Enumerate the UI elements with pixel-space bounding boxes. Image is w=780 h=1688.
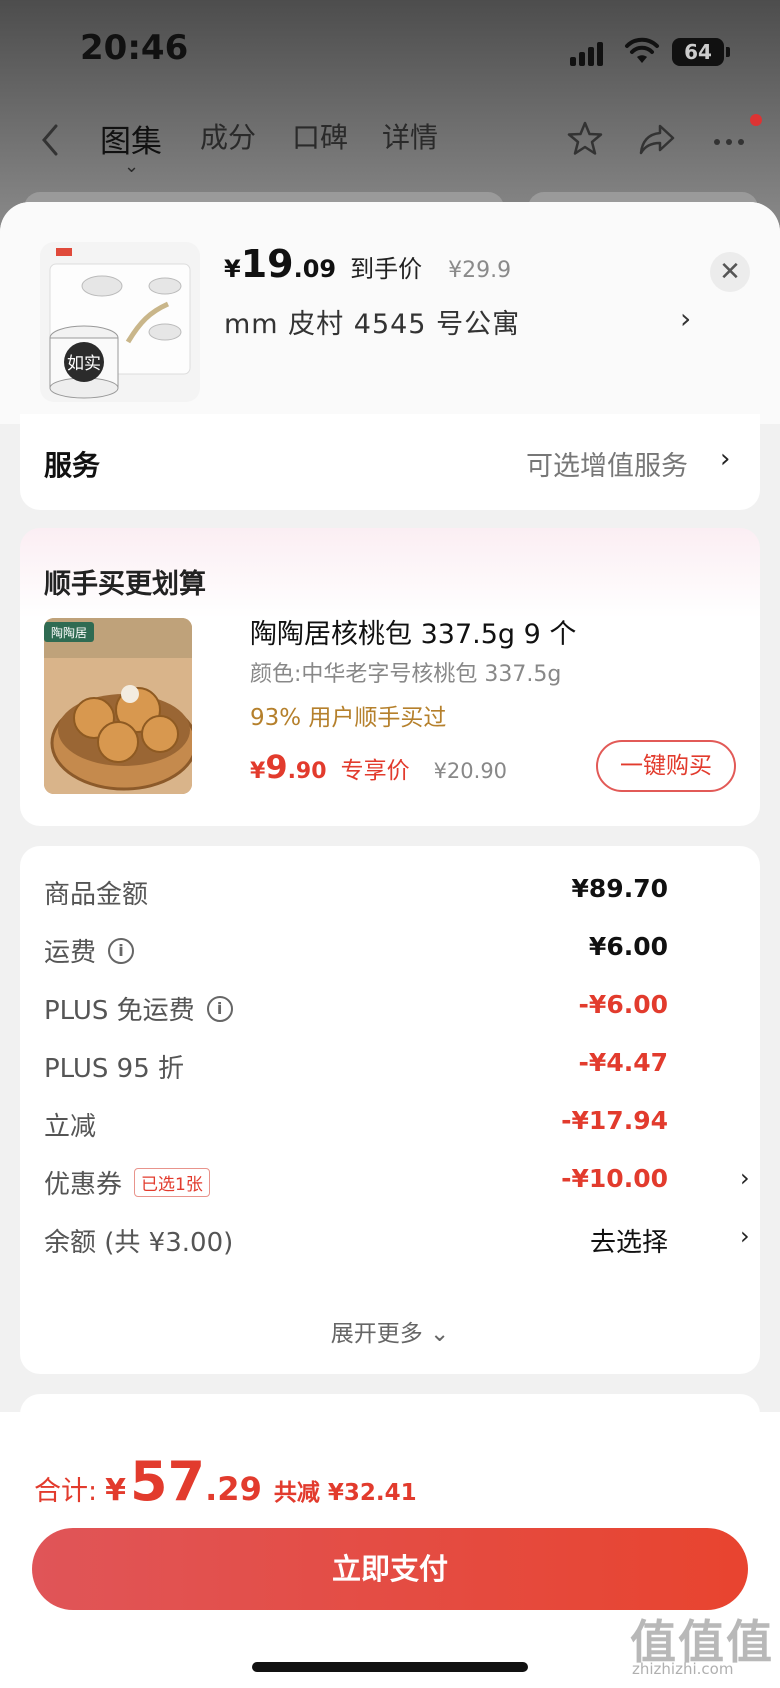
- balance-select-link[interactable]: 去选择: [590, 1222, 668, 1259]
- addon-product-spec: 颜色:中华老字号核桃包 337.5g: [250, 662, 562, 687]
- fee-label: 运费: [44, 938, 97, 968]
- tab-gallery[interactable]: 图集: [100, 116, 162, 161]
- info-icon[interactable]: i: [206, 995, 233, 1022]
- back-icon[interactable]: [36, 120, 66, 160]
- yogurt-box-image: 如实: [49, 248, 191, 399]
- chevron-right-icon: ›: [740, 1222, 750, 1250]
- price-label: 到手价: [350, 255, 423, 283]
- final-price: ¥ 19 .09 到手价 ¥29.9: [224, 242, 511, 292]
- status-time: 20:46: [80, 28, 189, 68]
- fee-amount: -¥10.00: [561, 1164, 668, 1193]
- total-label: 合计:: [34, 1476, 98, 1507]
- tab-details[interactable]: 详情: [382, 116, 438, 156]
- service-row[interactable]: 服务 可选增值服务 ›: [20, 414, 760, 510]
- tab-ingredients[interactable]: 成分: [200, 116, 256, 156]
- cellular-signal-icon: [570, 40, 604, 66]
- total-decimal: .29: [205, 1470, 262, 1508]
- addon-price-decimal: .90: [287, 759, 327, 784]
- watermark-url: zhizhizhi.com: [632, 1660, 734, 1678]
- addon-price-symbol: ¥: [250, 759, 266, 784]
- one-click-buy-button[interactable]: 一键购买: [596, 740, 736, 792]
- fee-row-balance[interactable]: 余额 (共 ¥3.00) 去选择 ›: [44, 1222, 750, 1262]
- addon-product-name[interactable]: 陶陶居核桃包 337.5g 9 个: [250, 612, 576, 651]
- fee-amount: -¥4.47: [578, 1048, 668, 1077]
- addon-product-image[interactable]: 陶陶居: [44, 618, 192, 794]
- price-integer: 19: [240, 242, 294, 286]
- notification-dot: [750, 114, 762, 126]
- addon-section-title: 顺手买更划算: [44, 569, 206, 600]
- payment-bar: 合计: ¥ 57 .29 共减 ¥32.41 立即支付 值值值 zhizhizh…: [0, 1412, 780, 1688]
- fee-amount: ¥89.70: [571, 874, 668, 903]
- order-total: 合计: ¥ 57 .29 共减 ¥32.41: [34, 1450, 417, 1513]
- wifi-icon: [625, 37, 659, 63]
- home-indicator[interactable]: [252, 1662, 528, 1672]
- fee-amount: ¥6.00: [588, 932, 668, 961]
- tab-reviews[interactable]: 口碑: [292, 116, 348, 156]
- pay-now-button[interactable]: 立即支付: [32, 1528, 748, 1610]
- total-symbol: ¥: [105, 1473, 126, 1508]
- total-savings: 共减 ¥32.41: [273, 1480, 417, 1506]
- coupon-selected-tag: 已选1张: [134, 1168, 210, 1197]
- total-integer: 57: [129, 1450, 206, 1513]
- product-nav-bar: 图集 ⌄ 成分 口碑 详情: [0, 104, 780, 177]
- fee-row-instant-discount: 立减 -¥17.94: [44, 1106, 744, 1146]
- fee-label: 余额 (共 ¥3.00): [44, 1228, 234, 1258]
- service-value: 可选增值服务: [526, 451, 688, 482]
- status-bar: 20:46 64: [0, 0, 780, 100]
- star-icon[interactable]: [564, 118, 606, 160]
- fee-amount: -¥17.94: [561, 1106, 668, 1135]
- fee-row-plus-discount: PLUS 95 折 -¥4.47: [44, 1048, 744, 1088]
- fee-label: PLUS 95 折: [44, 1054, 185, 1084]
- close-button[interactable]: ✕: [710, 252, 750, 292]
- share-icon[interactable]: [636, 118, 678, 160]
- walnut-bun-image: 陶陶居: [44, 618, 192, 794]
- expand-more-button[interactable]: 展开更多 ⌄: [20, 1314, 760, 1348]
- price-symbol: ¥: [224, 255, 241, 283]
- fee-label: 优惠券: [44, 1170, 123, 1200]
- fee-row-plus-free-shipping: PLUS 免运费 i -¥6.00: [44, 990, 744, 1030]
- original-price: ¥29.9: [448, 258, 512, 283]
- addon-original-price: ¥20.90: [433, 759, 508, 783]
- product-thumbnail: 如实: [40, 242, 200, 402]
- sheet-header: 如实 ¥ 19 .09 到手价 ¥29.9 mm 皮村 4545 号公寓 › ✕: [0, 202, 780, 424]
- fee-row-coupon[interactable]: 优惠券 已选1张 -¥10.00 ›: [44, 1164, 750, 1204]
- fee-row-goods: 商品金额 ¥89.70: [44, 874, 744, 914]
- fee-breakdown-card: 商品金额 ¥89.70 运费 i ¥6.00 PLUS 免运费 i -¥6.00 P…: [20, 846, 760, 1374]
- price-decimal: .09: [293, 255, 337, 283]
- fee-label: 立减: [44, 1112, 97, 1142]
- addon-price: ¥ 9 .90 专享价 ¥20.90: [250, 748, 507, 786]
- info-icon[interactable]: i: [108, 937, 135, 964]
- fee-row-shipping: 运费 i ¥6.00: [44, 932, 744, 972]
- fee-label: PLUS 免运费: [44, 996, 195, 1026]
- thumb-brand-text: 如实: [67, 354, 101, 374]
- service-title: 服务: [44, 449, 101, 482]
- addon-recommendation-card: 顺手买更划算 陶陶居 陶陶居核桃包 337.5g 9 个 颜色:中华老字号核桃包…: [20, 528, 760, 826]
- battery-icon: 64: [672, 38, 730, 66]
- active-tab-indicator: ⌄: [124, 156, 140, 177]
- addon-price-label: 专享价: [340, 758, 410, 784]
- chevron-right-icon: ›: [720, 444, 731, 474]
- chevron-right-icon: ›: [740, 1164, 750, 1192]
- fee-amount: -¥6.00: [578, 990, 668, 1019]
- addon-purchase-rate: 93% 用户顺手买过: [250, 705, 447, 731]
- chevron-right-icon[interactable]: ›: [680, 302, 691, 335]
- delivery-address[interactable]: mm 皮村 4545 号公寓: [224, 302, 520, 341]
- addon-price-integer: 9: [265, 748, 288, 786]
- addon-image-brand: 陶陶居: [51, 625, 87, 640]
- background-page: 20:46 64 图集 ⌄ 成分 口碑 详情: [0, 0, 780, 252]
- fee-label: 商品金额: [44, 880, 149, 910]
- more-icon[interactable]: [708, 118, 750, 160]
